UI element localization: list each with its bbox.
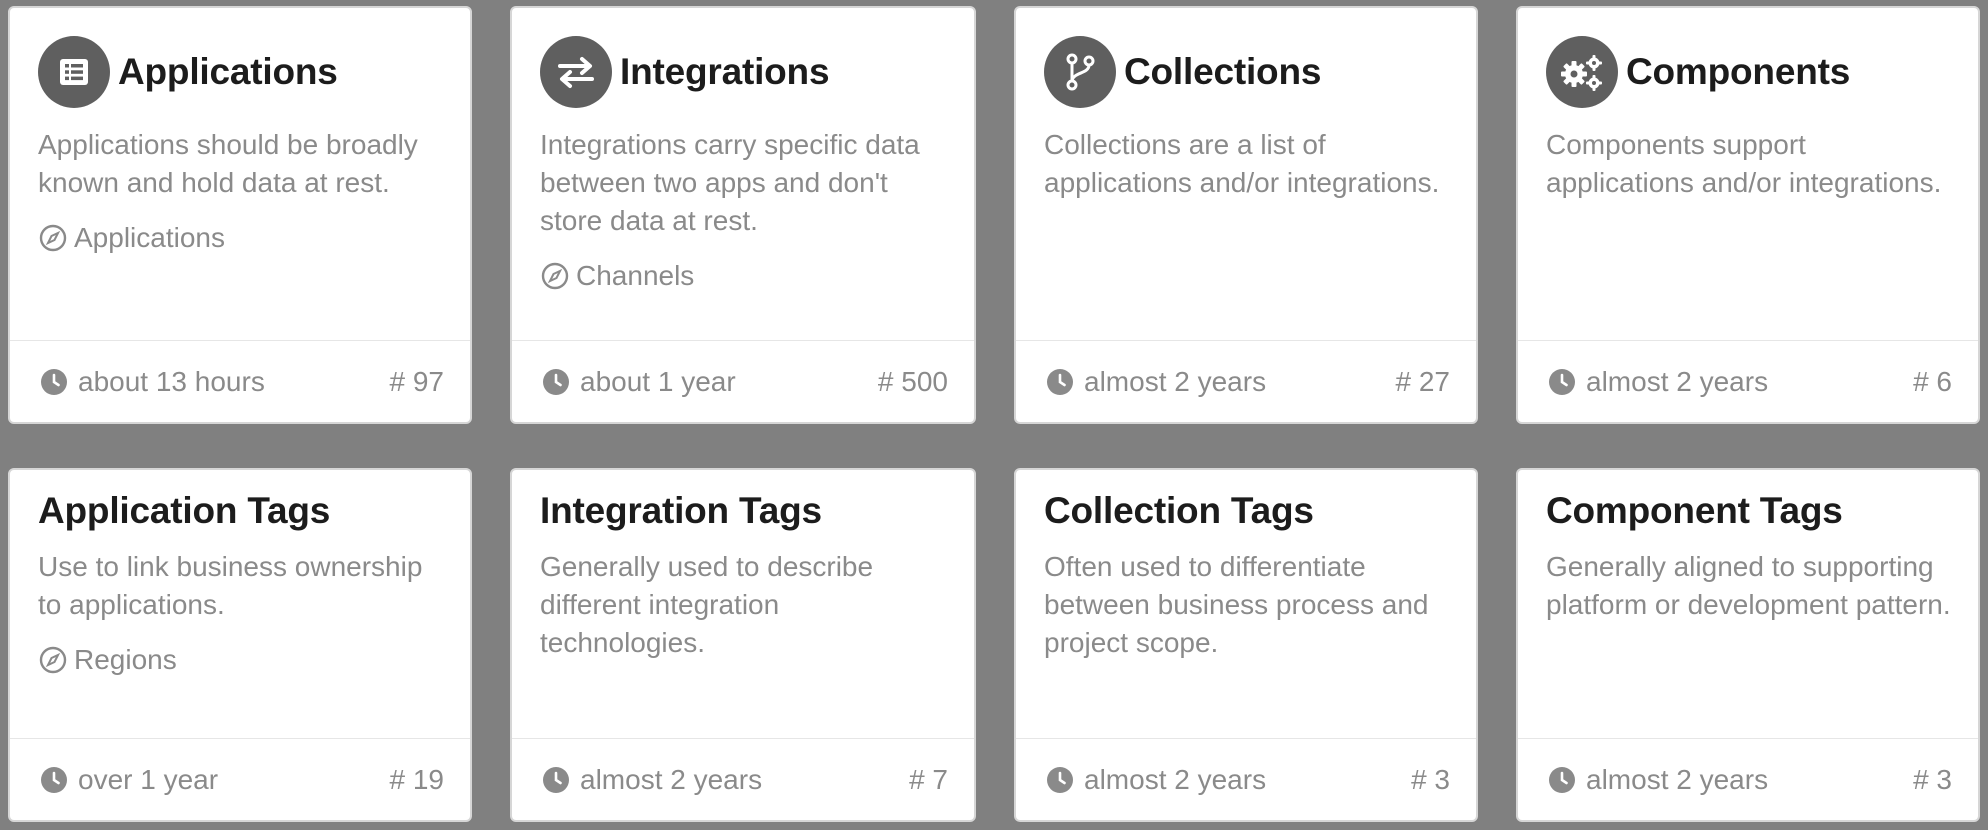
updated-time: almost 2 years xyxy=(1586,763,1769,795)
card-title[interactable]: Components xyxy=(1626,51,1850,93)
compass-icon xyxy=(39,646,67,674)
card-components[interactable]: Components Components support applicatio… xyxy=(1516,6,1980,424)
card-integrations[interactable]: Integrations Integrations carry specific… xyxy=(510,6,976,424)
branch-icon xyxy=(1044,36,1116,108)
clock-icon xyxy=(543,368,569,395)
clock-icon xyxy=(543,766,569,793)
item-count: # 3 xyxy=(1913,763,1952,795)
item-count: # 19 xyxy=(389,763,445,795)
card-description: Components support applications and/or i… xyxy=(1546,129,1942,198)
clock-icon xyxy=(1047,766,1073,793)
clock-icon xyxy=(1549,766,1575,793)
card-title[interactable]: Integration Tags xyxy=(540,490,822,532)
updated-time: over 1 year xyxy=(78,763,219,795)
item-count: # 6 xyxy=(1913,365,1952,397)
card-collection-tags[interactable]: Collection Tags Often used to differenti… xyxy=(1014,468,1478,822)
card-integration-tags[interactable]: Integration Tags Generally used to descr… xyxy=(510,468,976,822)
updated-time: almost 2 years xyxy=(1084,763,1267,795)
clock-icon xyxy=(1549,368,1575,395)
card-title[interactable]: Applications xyxy=(118,51,338,93)
clock-icon xyxy=(41,368,67,395)
item-count: # 97 xyxy=(389,365,445,397)
card-component-tags[interactable]: Component Tags Generally aligned to supp… xyxy=(1516,468,1980,822)
item-count: # 27 xyxy=(1395,365,1451,397)
card-collections[interactable]: Collections Collections are a list of ap… xyxy=(1014,6,1478,424)
card-description: Generally aligned to supporting platform… xyxy=(1546,551,1951,620)
card-title[interactable]: Collection Tags xyxy=(1044,490,1314,532)
list-icon xyxy=(38,36,110,108)
card-title[interactable]: Collections xyxy=(1124,51,1321,93)
card-description: Collections are a list of applications a… xyxy=(1044,129,1440,198)
card-description: Applications should be broadly known and… xyxy=(38,129,418,198)
updated-time: about 1 year xyxy=(580,365,736,397)
card-link[interactable]: Applications xyxy=(38,222,446,254)
compass-icon xyxy=(541,262,569,290)
item-count: # 7 xyxy=(909,763,948,795)
swap-arrows-icon xyxy=(540,36,612,108)
card-title[interactable]: Component Tags xyxy=(1546,490,1843,532)
gears-icon xyxy=(1546,36,1618,108)
card-description: Use to link business ownership to applic… xyxy=(38,551,423,620)
compass-icon xyxy=(39,224,67,252)
clock-icon xyxy=(1047,368,1073,395)
card-description: Integrations carry specific data between… xyxy=(540,129,920,236)
updated-time: almost 2 years xyxy=(1084,365,1267,397)
updated-time: almost 2 years xyxy=(580,763,763,795)
updated-time: about 13 hours xyxy=(78,365,265,397)
card-application-tags[interactable]: Application Tags Use to link business ow… xyxy=(8,468,472,822)
card-description: Often used to differentiate between busi… xyxy=(1044,551,1429,658)
updated-time: almost 2 years xyxy=(1586,365,1769,397)
card-link-label: Applications xyxy=(74,222,225,253)
clock-icon xyxy=(41,766,67,793)
card-link-label: Channels xyxy=(576,260,695,291)
card-applications[interactable]: Applications Applications should be broa… xyxy=(8,6,472,424)
card-link[interactable]: Regions xyxy=(38,644,446,676)
item-count: # 500 xyxy=(877,365,948,397)
card-link-label: Regions xyxy=(74,644,177,675)
card-title[interactable]: Integrations xyxy=(620,51,830,93)
card-link[interactable]: Channels xyxy=(540,260,950,292)
card-title[interactable]: Application Tags xyxy=(38,490,330,532)
item-count: # 3 xyxy=(1411,763,1450,795)
card-description: Generally used to describe different int… xyxy=(540,551,874,658)
